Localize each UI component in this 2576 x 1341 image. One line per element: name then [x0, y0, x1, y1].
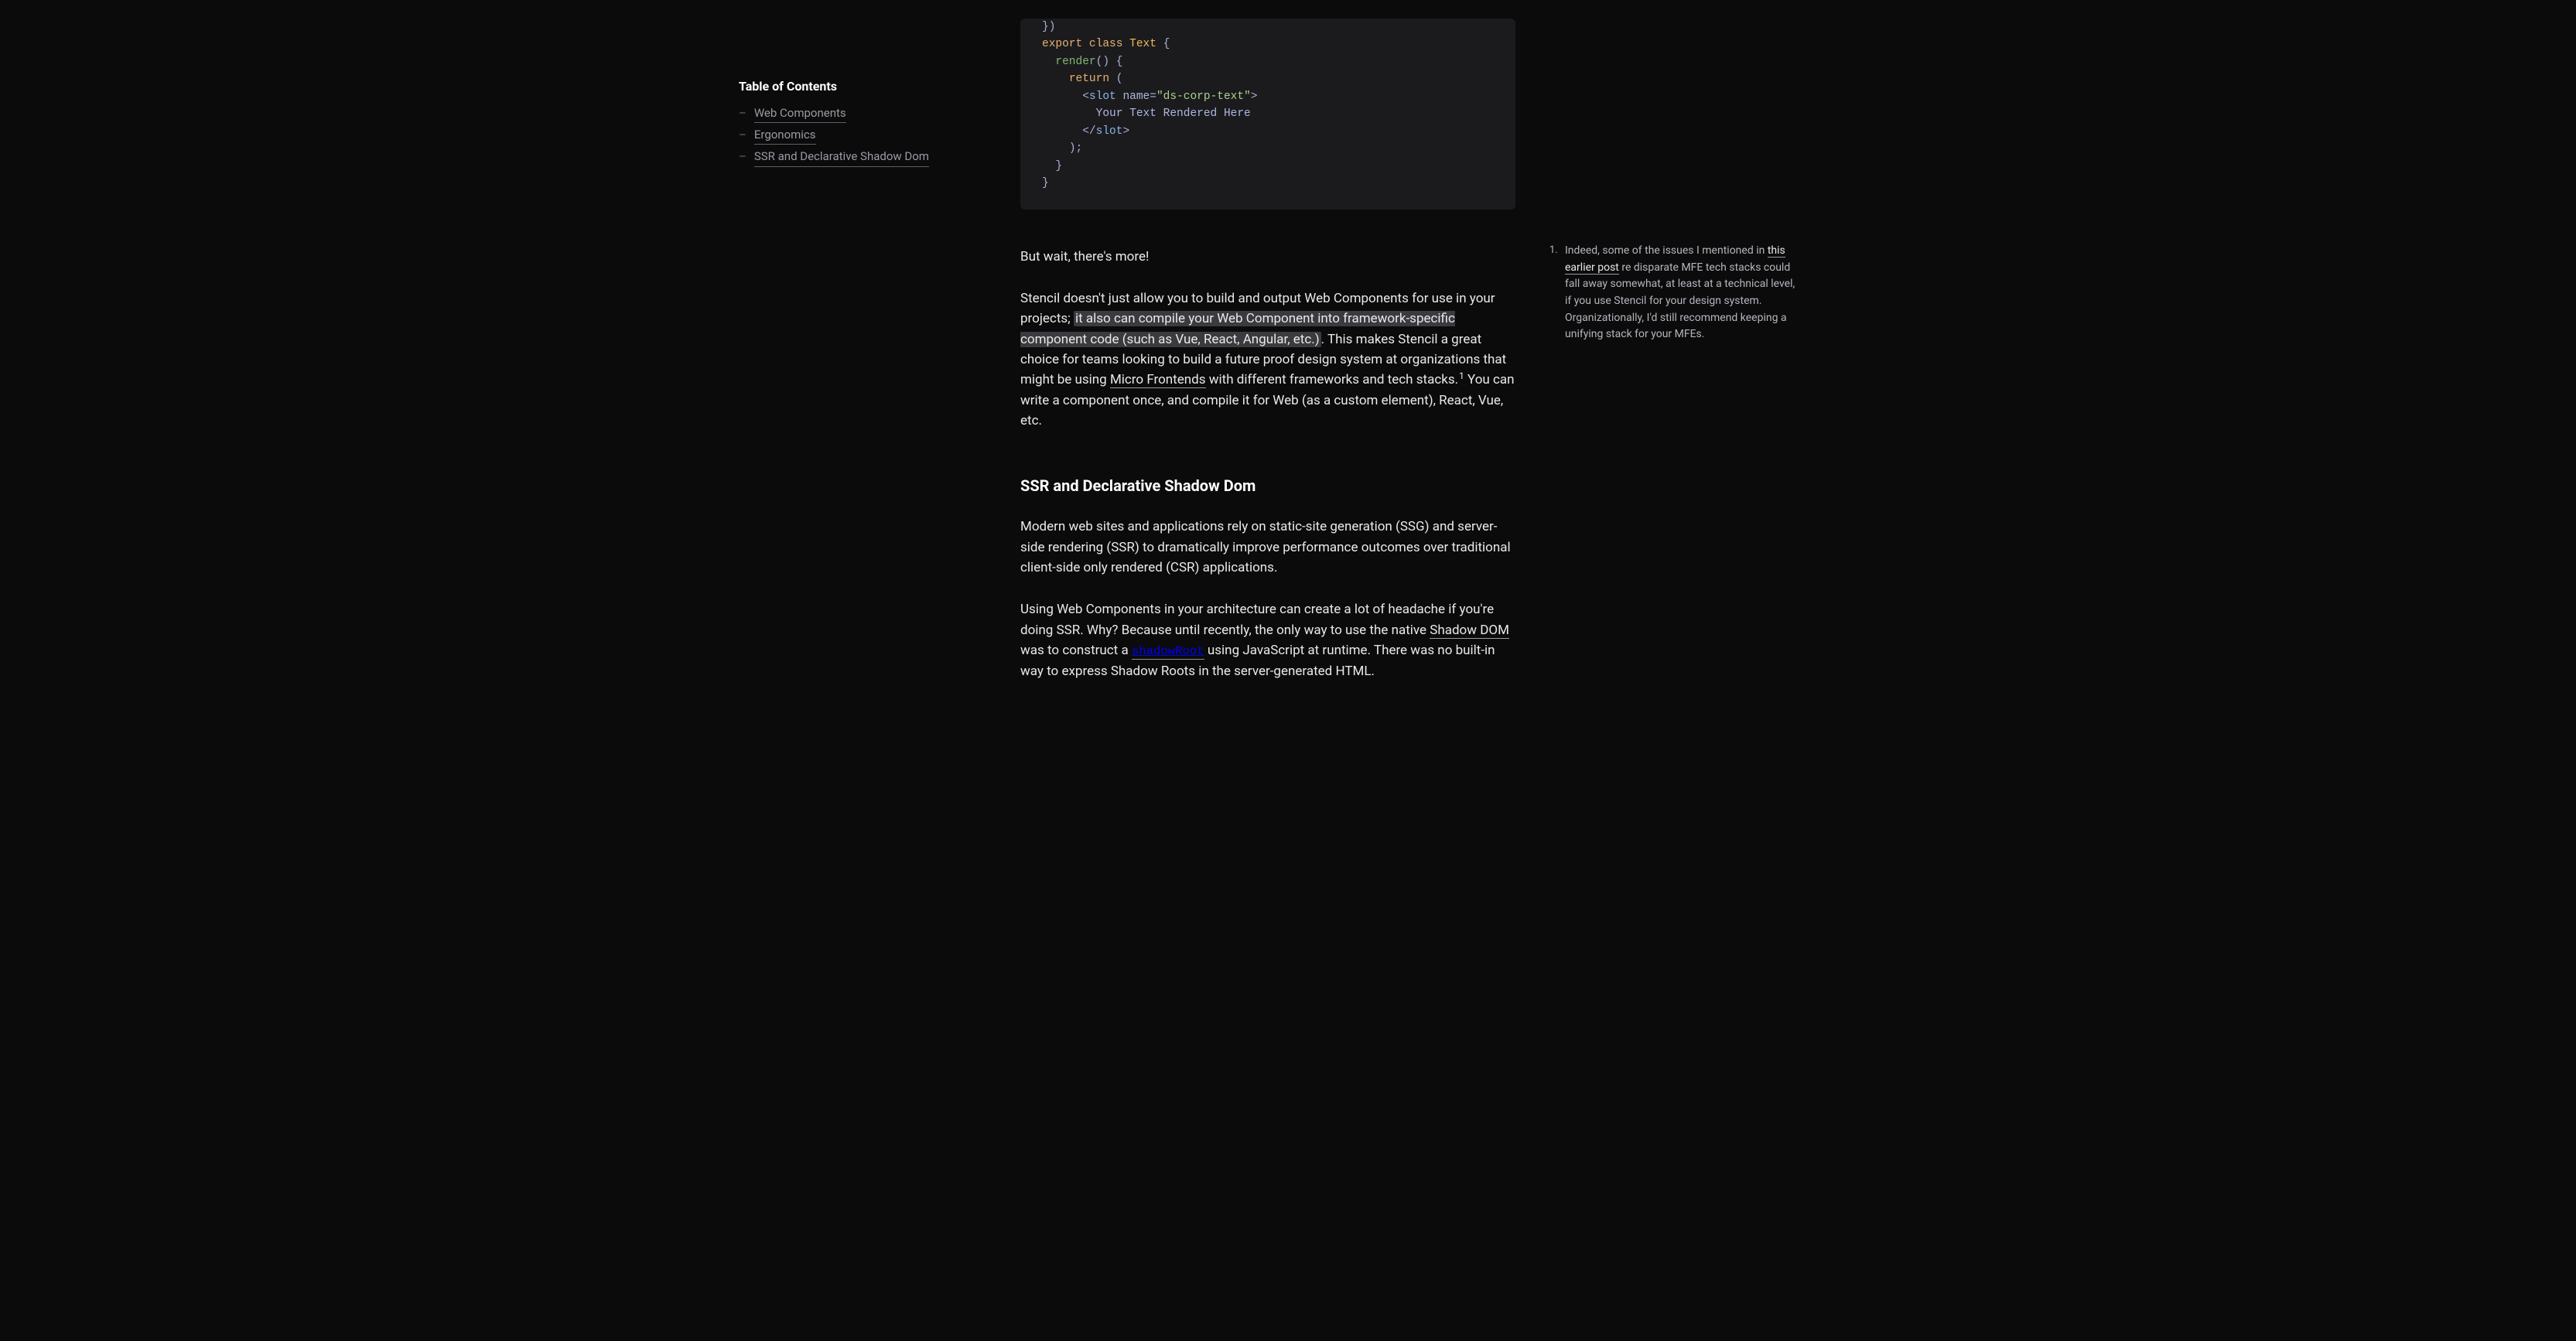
toc-link-ssr-shadow-dom[interactable]: SSR and Declarative Shadow Dom	[754, 148, 929, 166]
table-of-contents: Table of Contents – Web Components – Erg…	[739, 19, 971, 170]
toc-item: – SSR and Declarative Shadow Dom	[739, 148, 971, 166]
sidenote-marker: 1.	[1549, 243, 1558, 258]
code-block-stencil-component: }) export class Text { render() { return…	[1020, 19, 1515, 210]
sidenotes: 1. Indeed, some of the issues I mentione…	[1565, 19, 1797, 343]
article-body: }) export class Text { render() { return…	[1020, 19, 1515, 703]
code-shadowroot: shadowRoot	[1132, 644, 1204, 660]
link-shadowroot-code[interactable]: shadowRoot	[1132, 643, 1204, 658]
dash-icon: –	[739, 126, 746, 144]
dash-icon: –	[739, 148, 746, 165]
footnote-ref-1[interactable]: 1	[1458, 370, 1464, 381]
paragraph-wait: But wait, there's more!	[1020, 247, 1515, 267]
toc-link-ergonomics[interactable]: Ergonomics	[754, 126, 816, 145]
toc-link-web-components[interactable]: Web Components	[754, 104, 846, 123]
paragraph-using-web-components: Using Web Components in your architectur…	[1020, 599, 1515, 681]
heading-ssr-declarative-shadow-dom: SSR and Declarative Shadow Dom	[1020, 474, 1515, 498]
dash-icon: –	[739, 104, 746, 122]
sidenote-1: 1. Indeed, some of the issues I mentione…	[1565, 243, 1797, 343]
paragraph-modern: Modern web sites and applications rely o…	[1020, 517, 1515, 578]
link-micro-frontends[interactable]: Micro Frontends	[1110, 372, 1206, 388]
toc-title: Table of Contents	[739, 77, 971, 97]
toc-item: – Web Components	[739, 104, 971, 123]
paragraph-compile: Stencil doesn't just allow you to build …	[1020, 288, 1515, 431]
toc-item: – Ergonomics	[739, 126, 971, 145]
link-shadow-dom[interactable]: Shadow DOM	[1430, 623, 1509, 639]
